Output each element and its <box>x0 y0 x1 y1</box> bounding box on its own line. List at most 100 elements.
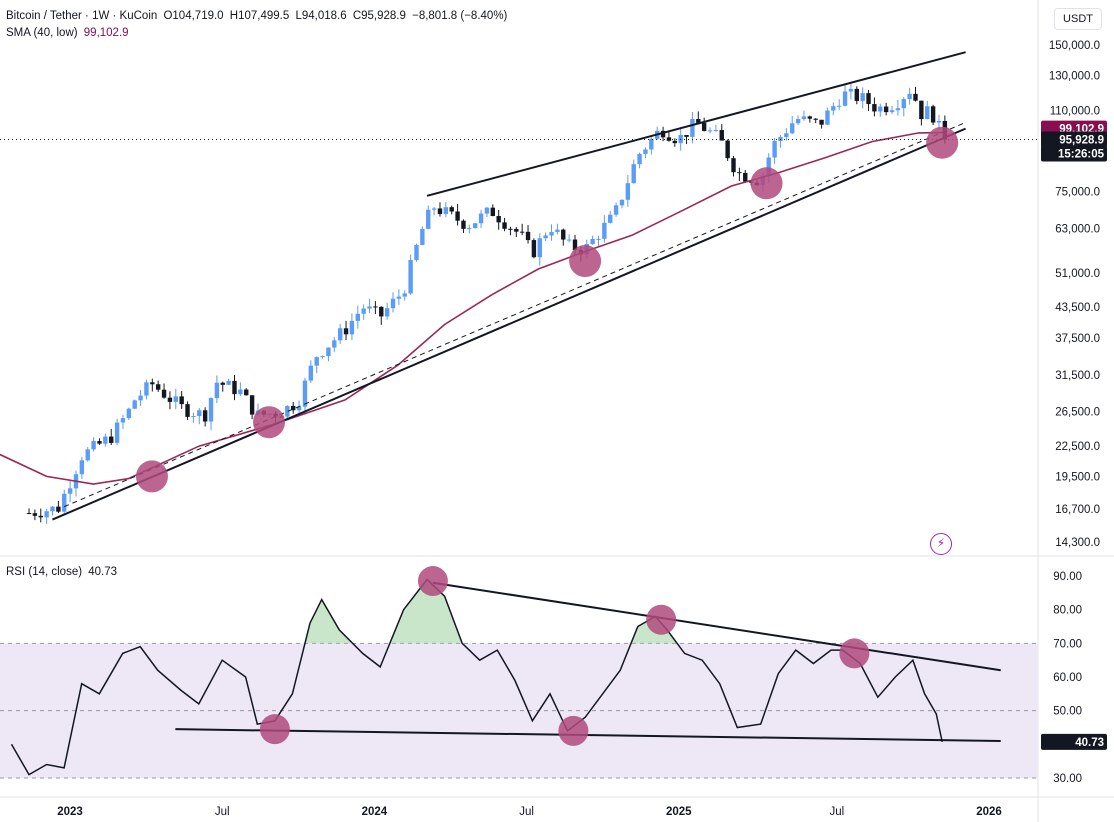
candle-body <box>144 382 149 396</box>
candle-body <box>85 449 90 461</box>
rsi-value: 40.73 <box>88 566 118 578</box>
candle-body <box>455 211 460 221</box>
candle-body <box>402 293 407 297</box>
price-tick-label: 75,000.0 <box>1055 187 1100 199</box>
time-tick-label: Jul <box>519 806 534 818</box>
candle-body <box>590 238 595 245</box>
candle-body <box>608 214 613 223</box>
rsi-value-tag: 40.73 <box>1075 737 1104 749</box>
candle-body <box>719 130 724 141</box>
candle-body <box>173 396 178 402</box>
candle-body <box>114 422 120 443</box>
rsi-touch-marker <box>259 714 290 745</box>
candle-body <box>725 140 730 159</box>
rsi-tick-label: 60.00 <box>1053 672 1082 684</box>
rsi-touch-marker <box>646 604 677 635</box>
price-tick-label: 51,000.0 <box>1055 268 1100 280</box>
price-tick-label: 150,000.0 <box>1049 40 1100 52</box>
candle-body <box>132 400 137 409</box>
candle-body <box>332 340 337 348</box>
candle-body <box>878 106 883 112</box>
candle-body <box>249 395 255 415</box>
price-tick-label: 63,000.0 <box>1055 223 1100 235</box>
candle-body <box>103 436 108 444</box>
candle-body <box>643 149 648 154</box>
candle-body <box>126 408 132 419</box>
price-touch-marker <box>926 126 959 159</box>
candle-body <box>836 105 842 107</box>
candle-body <box>367 306 372 309</box>
countdown-tag: 15:26:05 <box>1058 149 1105 161</box>
candle-body <box>602 222 607 239</box>
candle-body <box>790 123 795 134</box>
price-touch-marker <box>569 245 602 278</box>
price-value-tag: 95,928.9 <box>1059 135 1104 147</box>
candle-body <box>202 410 208 422</box>
candle-body <box>431 208 437 210</box>
chart-canvas[interactable]: 150,000.0 130,000.0 110,000.0 75,000.0 63,00… <box>0 0 1114 822</box>
lightning-icon[interactable]: ⚡ <box>930 533 952 555</box>
candle-body <box>79 460 85 475</box>
close-value: C95,928.9 <box>352 10 406 22</box>
candle-body <box>390 298 396 309</box>
candle-body <box>226 380 231 385</box>
candle-body <box>355 313 360 321</box>
candle-body <box>795 119 801 124</box>
candle-body <box>472 223 478 229</box>
candle-body <box>690 119 695 137</box>
candle-body <box>38 515 43 518</box>
candle-body <box>62 493 67 512</box>
rsi-touch-marker <box>839 638 870 669</box>
rsi-tick-label: 50.00 <box>1053 706 1082 718</box>
candle-body <box>737 172 742 174</box>
currency-button[interactable]: USDT <box>1054 8 1102 30</box>
candle-body <box>649 138 654 150</box>
candle-body <box>543 235 548 239</box>
price-tick-label: 31,500.0 <box>1055 370 1100 382</box>
candle-body <box>109 436 114 443</box>
candle-body <box>555 229 560 233</box>
price-tick-label: 22,500.0 <box>1055 441 1100 453</box>
candle-body <box>525 231 531 241</box>
rsi-tick-label: 30.00 <box>1053 773 1082 785</box>
candle-body <box>842 91 848 106</box>
low-value: L94,018.6 <box>295 10 347 22</box>
open-value: O104,719.0 <box>163 10 224 22</box>
price-tick-label: 43,500.0 <box>1055 302 1100 314</box>
candle-body <box>825 110 830 125</box>
candle-body <box>913 93 918 101</box>
high-value: H107,499.5 <box>229 10 290 22</box>
rsi-label: RSI (14, close) <box>6 566 83 578</box>
candle-body <box>772 140 777 158</box>
candle-body <box>901 99 906 109</box>
sma-legend[interactable]: SMA (40, low) 99,102.9 <box>6 27 132 39</box>
candle-body <box>707 130 713 132</box>
candle-body <box>426 209 431 229</box>
candle-body <box>361 308 366 314</box>
candle-body <box>831 106 836 111</box>
rsi-tick-label: 90.00 <box>1053 571 1082 583</box>
candle-body <box>701 122 707 131</box>
price-touch-marker <box>135 460 168 493</box>
candle-body <box>613 205 619 215</box>
candle-body <box>314 357 319 366</box>
symbol-name[interactable]: Bitcoin / Tether · 1W · KuCoin <box>6 10 157 22</box>
candle-body <box>508 228 513 230</box>
sma-label: SMA (40, low) <box>6 27 78 39</box>
candle-body <box>561 229 566 240</box>
candle-body <box>161 389 167 398</box>
candle-body <box>437 208 443 214</box>
candle-body <box>872 104 877 112</box>
candle-body <box>408 260 413 294</box>
candle-body <box>138 395 143 401</box>
candle-body <box>467 228 472 230</box>
price-tick-label: 130,000.0 <box>1049 70 1100 82</box>
candle-body <box>343 328 349 335</box>
candle-body <box>813 118 818 120</box>
time-tick-label: 2026 <box>976 806 1002 818</box>
candle-body <box>549 232 554 236</box>
candle-body <box>819 119 824 125</box>
candle-body <box>496 216 501 223</box>
candle-body <box>848 88 854 92</box>
rsi-legend[interactable]: RSI (14, close) 40.73 <box>6 566 120 578</box>
